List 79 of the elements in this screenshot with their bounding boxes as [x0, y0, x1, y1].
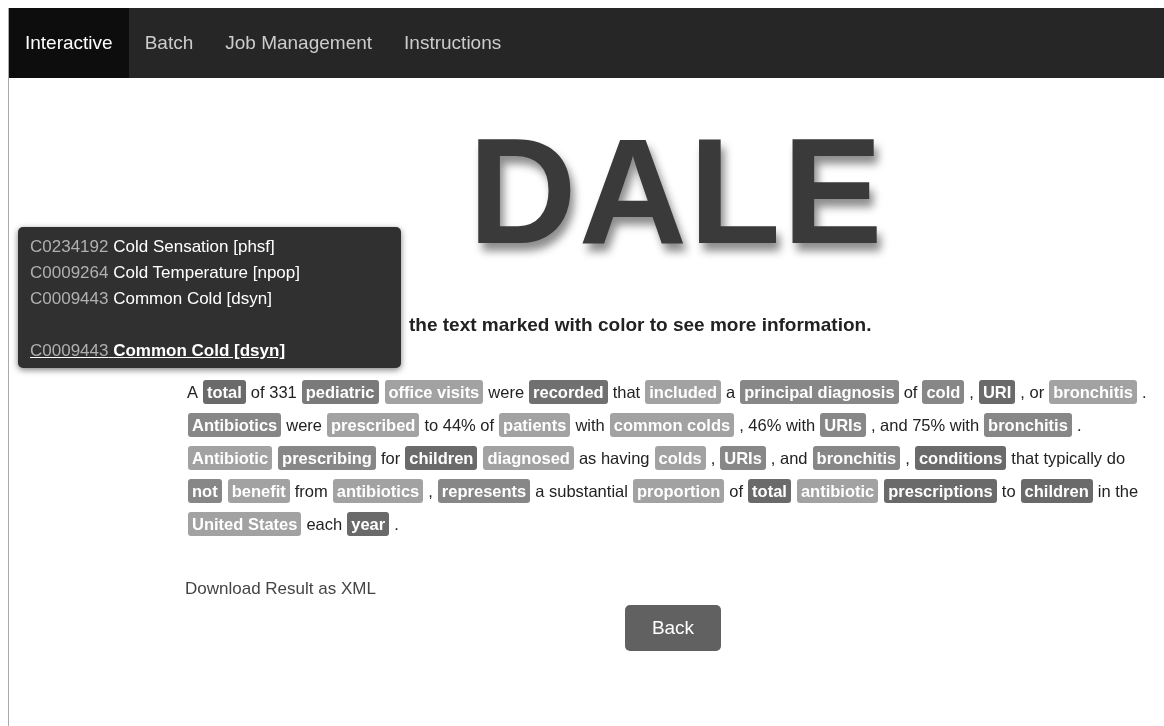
paragraph-text: that [612, 382, 641, 403]
term-highlight[interactable]: conditions [914, 446, 1007, 470]
term-highlight[interactable]: common colds [609, 413, 735, 437]
term-highlight[interactable]: URIs [720, 446, 766, 470]
concept-name: Cold Temperature [npop] [113, 263, 300, 282]
paragraph-text: . [1076, 415, 1082, 436]
paragraph-text: . [394, 514, 399, 535]
term-highlight[interactable]: total [748, 479, 791, 503]
term-highlight[interactable]: bronchitis [1049, 380, 1137, 404]
logo: DALE [467, 116, 885, 266]
term-highlight[interactable]: recorded [529, 380, 608, 404]
concept-name[interactable]: Common Cold [dsyn] [113, 341, 286, 360]
paragraph-text: , or [1020, 382, 1045, 403]
paragraph-text: a substantial [535, 481, 628, 502]
term-highlight[interactable]: office visits [384, 380, 484, 404]
paragraph-text: . [1141, 382, 1147, 403]
term-highlight[interactable]: diagnosed [483, 446, 574, 470]
term-highlight[interactable]: Antibiotic [188, 446, 273, 470]
term-highlight[interactable]: included [645, 380, 722, 404]
paragraph-text: , [428, 481, 433, 502]
nav-tab[interactable]: Interactive [9, 8, 129, 78]
term-highlight[interactable]: children [1020, 479, 1093, 503]
paragraph-text: , [905, 448, 910, 469]
paragraph-text: were [488, 382, 525, 403]
term-highlight[interactable]: principal diagnosis [740, 380, 899, 404]
paragraph-text: A [187, 382, 198, 403]
paragraph-text: each [306, 514, 343, 535]
nav-tab[interactable]: Batch [128, 8, 210, 78]
term-highlight[interactable]: benefit [227, 479, 290, 503]
paragraph-text: of [903, 382, 918, 403]
nav-tab[interactable]: Instructions [388, 8, 518, 78]
term-highlight[interactable]: colds [654, 446, 706, 470]
concept-id[interactable]: C0009443 [30, 341, 109, 360]
term-highlight[interactable]: total [203, 380, 246, 404]
term-highlight[interactable]: pediatric [301, 380, 379, 404]
paragraph-text: , and [770, 448, 808, 469]
concept-id: C0234192 [30, 237, 109, 256]
term-highlight[interactable]: URI [978, 380, 1016, 404]
term-highlight[interactable]: bronchitis [984, 413, 1072, 437]
paragraph-text: in the [1097, 481, 1139, 502]
concept-name: Cold Sensation [phsf] [113, 237, 275, 256]
term-highlight[interactable]: patients [499, 413, 571, 437]
paragraph-text: of 331 [250, 382, 297, 403]
term-highlight[interactable]: year [347, 512, 390, 536]
term-highlight[interactable]: not [188, 479, 222, 503]
term-highlight[interactable]: proportion [632, 479, 725, 503]
term-highlight[interactable]: bronchitis [812, 446, 901, 470]
paragraph-text: a [726, 382, 736, 403]
paragraph-text: were [286, 415, 322, 436]
term-highlight[interactable]: Antibiotics [188, 413, 282, 437]
concept-name: Common Cold [dsyn] [113, 289, 272, 308]
term-highlight[interactable]: antibiotics [332, 479, 424, 503]
paragraph-text: , 46% with [739, 415, 816, 436]
concept-id: C0009443 [30, 289, 109, 308]
paragraph-text: to [1001, 481, 1016, 502]
paragraph-text: , [710, 448, 716, 469]
paragraph-text: of [729, 481, 744, 502]
term-highlight[interactable]: URIs [820, 413, 866, 437]
paragraph-text: as having [578, 448, 650, 469]
concept-id: C0009264 [30, 263, 109, 282]
term-highlight[interactable]: antibiotic [796, 479, 879, 503]
term-highlight[interactable]: prescriptions [884, 479, 997, 503]
paragraph-text: with [575, 415, 605, 436]
paragraph-text: , [969, 382, 974, 403]
paragraph-text: from [294, 481, 328, 502]
download-link[interactable]: Download Result as XML [185, 579, 376, 599]
term-highlight[interactable]: United States [188, 512, 302, 536]
term-highlight[interactable]: children [405, 446, 478, 470]
term-highlight[interactable]: prescribing [278, 446, 376, 470]
paragraph-text: for [380, 448, 401, 469]
nav-tab[interactable]: Job Management [209, 8, 389, 78]
back-button[interactable]: Back [625, 605, 721, 651]
instruction-text: the text marked with color to see more information. [409, 314, 873, 336]
term-highlight[interactable]: cold [922, 380, 965, 404]
paragraph-text: to 44% of [424, 415, 495, 436]
paragraph-text: , and 75% with [870, 415, 980, 436]
term-highlight[interactable]: represents [437, 479, 531, 503]
term-highlight[interactable]: prescribed [327, 413, 420, 437]
paragraph-text: that typically do [1011, 448, 1126, 469]
